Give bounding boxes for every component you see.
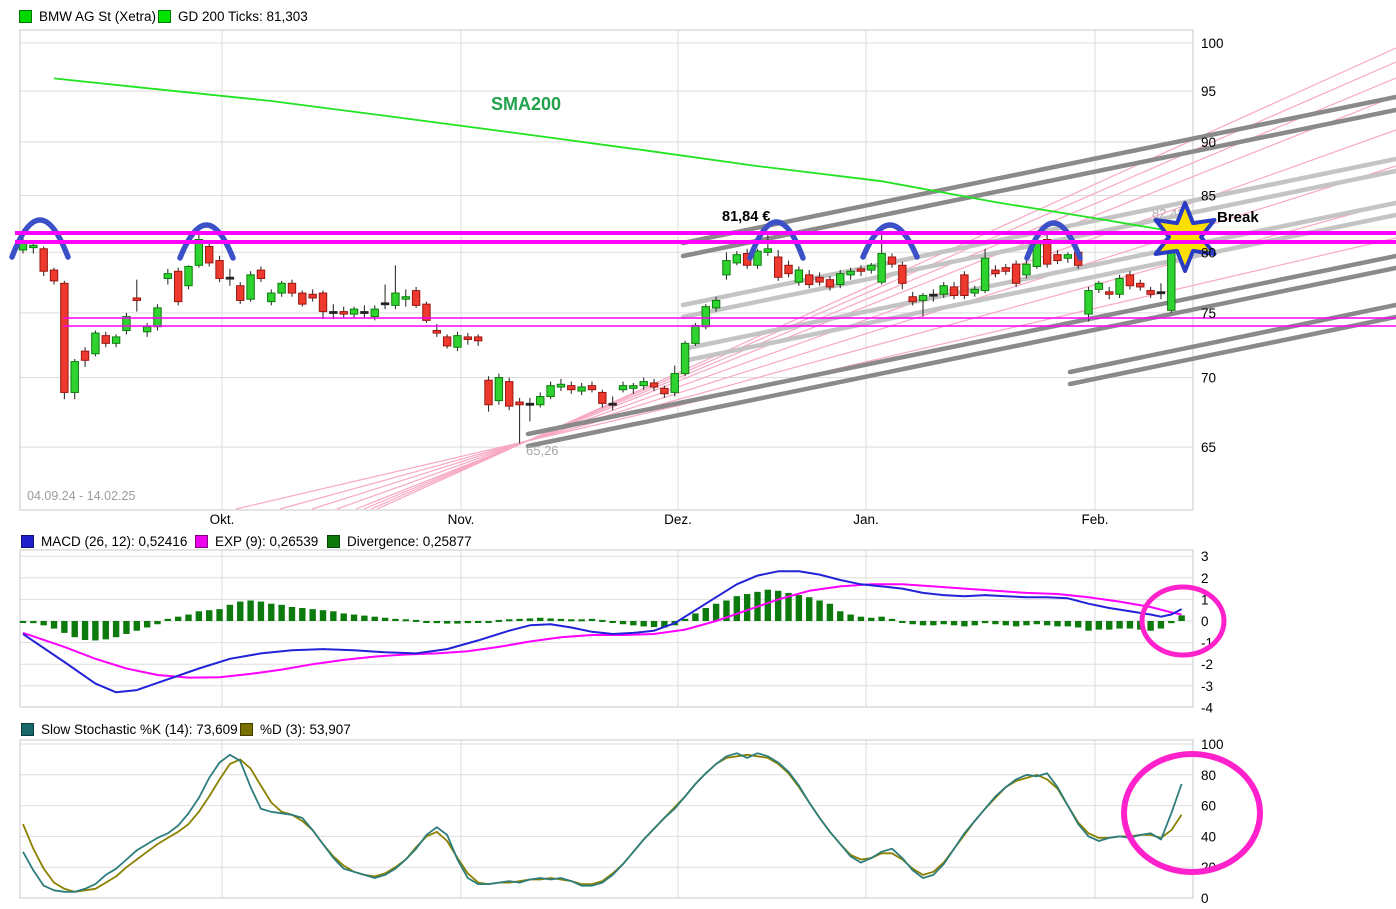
stoch-k-color-swatch [21, 723, 34, 736]
stoch-grid [19, 739, 1194, 899]
macd-axis-tick: 3 [1201, 549, 1209, 564]
symbol-color-swatch [19, 10, 32, 23]
month-axis-tick: Okt. [210, 512, 235, 527]
macd-grid [19, 549, 1194, 708]
stoch-d-color-swatch [240, 723, 253, 736]
macd-axis-tick: 2 [1201, 571, 1209, 586]
gd200-color-swatch [158, 10, 171, 23]
macd-axis-tick: -2 [1201, 657, 1213, 672]
price-axis-tick: 90 [1201, 135, 1216, 150]
price-axis-tick: 80 [1201, 245, 1216, 260]
price-axis-tick: 85 [1201, 188, 1216, 203]
month-axis-tick: Nov. [448, 512, 475, 527]
exp-color-swatch [195, 535, 208, 548]
macd-axis-tick: 0 [1201, 614, 1209, 629]
stoch-axis: 100806040200 [1201, 737, 1224, 906]
macd-color-swatch [21, 535, 34, 548]
charting-app: { "header": { "items": [ {"label": "BMW … [0, 0, 1396, 909]
macd-label: MACD (26, 12): 0,52416 [41, 534, 188, 549]
legend-gd200[interactable]: GD 200 Ticks: 81,303 [158, 9, 308, 24]
legend-stoch-d[interactable]: %D (3): 53,907 [240, 722, 351, 737]
legend-divergence[interactable]: Divergence: 0,25877 [327, 534, 472, 549]
price-axis-tick: 65 [1201, 440, 1216, 455]
price-axis-tick: 95 [1201, 84, 1216, 99]
break-label: Break [1217, 209, 1259, 226]
stoch-d-label: %D (3): 53,907 [260, 722, 351, 737]
month-axis-tick: Feb. [1081, 512, 1108, 527]
stochastic-d-line [22, 753, 1183, 893]
legend-macd[interactable]: MACD (26, 12): 0,52416 [21, 534, 187, 549]
chart-canvas[interactable]: 100 95 90 85 80 75 70 65 Okt. Nov. Dez. Jan. Feb. 3 2 1… [0, 0, 1396, 909]
exp-label: EXP (9): 0,26539 [215, 534, 319, 549]
month-axis-tick: Dez. [664, 512, 692, 527]
divergence-color-swatch [327, 535, 340, 548]
symbol-label: BMW AG St (Xetra) [39, 9, 157, 24]
legend-stoch-k[interactable]: Slow Stochastic %K (14): 73,609 [21, 722, 238, 737]
stoch-axis-tick: 60 [1201, 799, 1216, 814]
price-axis-tick: 100 [1201, 36, 1224, 51]
macd-axis-tick: -3 [1201, 679, 1213, 694]
price-axis-tick: 70 [1201, 371, 1216, 386]
price-axis-tick: 75 [1201, 306, 1216, 321]
divergence-label: Divergence: 0,25877 [347, 534, 472, 549]
date-range-label: 04.09.24 - 14.02.25 [27, 489, 136, 503]
macd-axis: 3210-1-2-3-4 [1201, 549, 1213, 715]
stoch-axis-tick: 40 [1201, 829, 1216, 844]
stochastic-k-line [22, 752, 1183, 893]
sma200-line [53, 77, 1193, 239]
legend-exp[interactable]: EXP (9): 0,26539 [195, 534, 318, 549]
macd-line [22, 570, 1183, 694]
stoch-axis-tick: 100 [1201, 737, 1224, 752]
macd-axis-tick: -4 [1201, 700, 1213, 715]
highlight-circle-stoch [1121, 751, 1263, 875]
gd200-label: GD 200 Ticks: 81,303 [178, 9, 308, 24]
stoch-axis-tick: 80 [1201, 768, 1216, 783]
stoch-axis-tick: 0 [1201, 891, 1209, 906]
sma200-label: SMA200 [491, 94, 562, 114]
macd-signal-line [22, 583, 1182, 679]
month-axis-tick: Jan. [853, 512, 879, 527]
legend-symbol[interactable]: BMW AG St (Xetra) [19, 9, 156, 24]
stoch-k-label: Slow Stochastic %K (14): 73,609 [41, 722, 238, 737]
low-price-label: 65,26 [526, 443, 559, 458]
peak-price-label: 81,84 € [722, 209, 771, 225]
